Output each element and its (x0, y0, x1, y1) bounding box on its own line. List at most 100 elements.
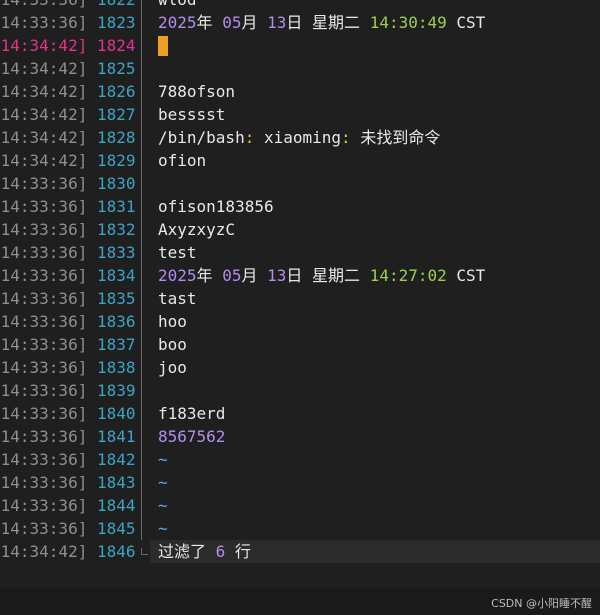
terminal-line[interactable]: [14:33:36] 1834 2025年 05月 13日 星期二 14:27:0… (0, 264, 600, 287)
output-text: tast (158, 289, 197, 308)
date-month-unit: 月 (241, 266, 258, 285)
timestamp: [14:33:36] (0, 174, 88, 193)
date-day: 13 (267, 13, 287, 32)
timestamp: [14:34:42] (0, 128, 88, 147)
gutter-separator (141, 379, 142, 402)
date-day: 13 (267, 266, 287, 285)
error-separator: : (341, 128, 351, 147)
watermark-bar: CSDN @小阳睡不醒 (0, 588, 600, 615)
line-gutter: [14:33:36] 1833 (0, 241, 145, 264)
terminal-line[interactable]: [14:33:36] 1833 test (0, 241, 600, 264)
line-content: ~ (158, 471, 168, 494)
terminal-line[interactable]: [14:33:36] 1841 8567562 (0, 425, 600, 448)
line-number: 1823 (96, 13, 136, 32)
terminal-line[interactable]: [14:33:36] 1840 f183erd (0, 402, 600, 425)
line-number: 1833 (96, 243, 136, 262)
terminal-line[interactable]: [14:33:36] 1842 ~ (0, 448, 600, 471)
line-number: 1830 (96, 174, 136, 193)
timestamp: [14:33:36] (0, 289, 88, 308)
line-number: 1846 (96, 542, 136, 561)
output-text: wlod (158, 0, 197, 9)
line-gutter: [14:33:36] 1834 (0, 264, 145, 287)
terminal-line[interactable]: [14:33:36] 1844 ~ (0, 494, 600, 517)
terminal-line[interactable]: [14:34:42] 1825 (0, 57, 600, 80)
empty-line-tilde: ~ (158, 496, 168, 515)
status-line[interactable]: [14:34:42] 1846 过滤了 6 行 (0, 540, 600, 563)
gutter-separator (141, 126, 142, 149)
line-gutter: [14:33:36] 1839 (0, 379, 145, 402)
line-number: 1832 (96, 220, 136, 239)
terminal-line[interactable]: [14:34:42] 1829 ofion (0, 149, 600, 172)
date-time: 14:27:02 (369, 266, 447, 285)
date-year-unit: 年 (196, 13, 213, 32)
terminal-line[interactable]: [14:34:42] 1826 788ofson (0, 80, 600, 103)
terminal-line[interactable]: [14:33:36] 1839 (0, 379, 600, 402)
line-content: besssst (158, 103, 225, 126)
date-timezone: CST (456, 266, 486, 285)
date-year-unit: 年 (196, 266, 213, 285)
output-text: ofison183856 (158, 197, 274, 216)
date-month: 05 (222, 13, 242, 32)
line-content: 过滤了 6 行 (158, 540, 251, 563)
line-number: 1842 (96, 450, 136, 469)
terminal-line[interactable]: [14:33:36] 1843 ~ (0, 471, 600, 494)
output-text: 788ofson (158, 82, 236, 101)
line-content: AxyzxyzC (158, 218, 235, 241)
terminal-line[interactable]: [14:33:36] 1837 boo (0, 333, 600, 356)
output-text: hoo (158, 312, 187, 331)
line-content: /bin/bash: xiaoming: 未找到命令 (158, 126, 440, 149)
terminal-line[interactable]: [14:34:42] 1827 besssst (0, 103, 600, 126)
timestamp: [14:33:36] (0, 496, 88, 515)
line-gutter: [14:33:36] 1838 (0, 356, 145, 379)
line-content: joo (158, 356, 187, 379)
line-gutter: [14:33:36] 1830 (0, 172, 145, 195)
numeric-output: 8567562 (158, 427, 226, 446)
output-text: boo (158, 335, 187, 354)
terminal-line[interactable]: [14:33:36] 1836 hoo (0, 310, 600, 333)
terminal-line[interactable]: [14:33:36] 1832 AxyzxyzC (0, 218, 600, 241)
gutter-separator (141, 448, 142, 471)
output-text: ofion (158, 151, 207, 170)
gutter-separator (141, 195, 142, 218)
empty-line-tilde: ~ (158, 473, 168, 492)
line-number: 1839 (96, 381, 136, 400)
terminal-line[interactable]: [14:33:36] 1835 tast (0, 287, 600, 310)
gutter-separator (141, 103, 142, 126)
terminal-line[interactable]: [14:34:42] 1828/bin/bash: xiaoming: 未找到命… (0, 126, 600, 149)
error-message: 未找到命令 (350, 128, 441, 147)
status-prefix: 过滤了 (158, 542, 216, 561)
line-content: wlod (158, 0, 197, 11)
terminal-line[interactable]: [14:33:36] 1845 ~ (0, 517, 600, 540)
line-number: 1843 (96, 473, 136, 492)
terminal-line[interactable]: [14:33:36] 1823 2025年 05月 13日 星期二 14:30:4… (0, 11, 600, 34)
date-weekday: 星期二 (312, 13, 361, 32)
line-gutter: [14:34:42] 1828 (0, 126, 145, 149)
timestamp: [14:34:42] (0, 542, 88, 561)
terminal-line[interactable]: [14:33:36] 1830 (0, 172, 600, 195)
timestamp: [14:33:36] (0, 427, 88, 446)
line-gutter: [14:33:36] 1836 (0, 310, 145, 333)
line-gutter: [14:33:36] 1832 (0, 218, 145, 241)
line-content: test (158, 241, 197, 264)
line-content: ~ (158, 517, 168, 540)
gutter-separator (141, 80, 142, 103)
terminal-line[interactable]: [14:33:36] 1822 wlod (0, 0, 600, 11)
line-gutter: [14:34:42] 1846 (0, 540, 145, 563)
terminal-output[interactable]: [14:33:36] 1822 wlod [14:33:36] 1823 2025年 … (0, 0, 600, 563)
timestamp: [14:33:36] (0, 13, 88, 32)
line-number: 1825 (96, 59, 136, 78)
line-gutter: [14:33:36] 1837 (0, 333, 145, 356)
line-gutter: [14:33:36] 1822 (0, 0, 145, 11)
timestamp: [14:33:36] (0, 404, 88, 423)
terminal-line[interactable]: [14:34:42] 1824 (0, 34, 600, 57)
output-text: besssst (158, 105, 226, 124)
line-gutter: [14:34:42] 1825 (0, 57, 145, 80)
line-gutter: [14:33:36] 1844 (0, 494, 145, 517)
terminal-line[interactable]: [14:33:36] 1831 ofison183856 (0, 195, 600, 218)
terminal-line[interactable]: [14:33:36] 1838 joo (0, 356, 600, 379)
gutter-separator (141, 57, 142, 80)
timestamp: [14:33:36] (0, 519, 88, 538)
empty-line-tilde: ~ (158, 519, 168, 538)
line-number: 1838 (96, 358, 136, 377)
status-count: 6 (215, 542, 226, 561)
